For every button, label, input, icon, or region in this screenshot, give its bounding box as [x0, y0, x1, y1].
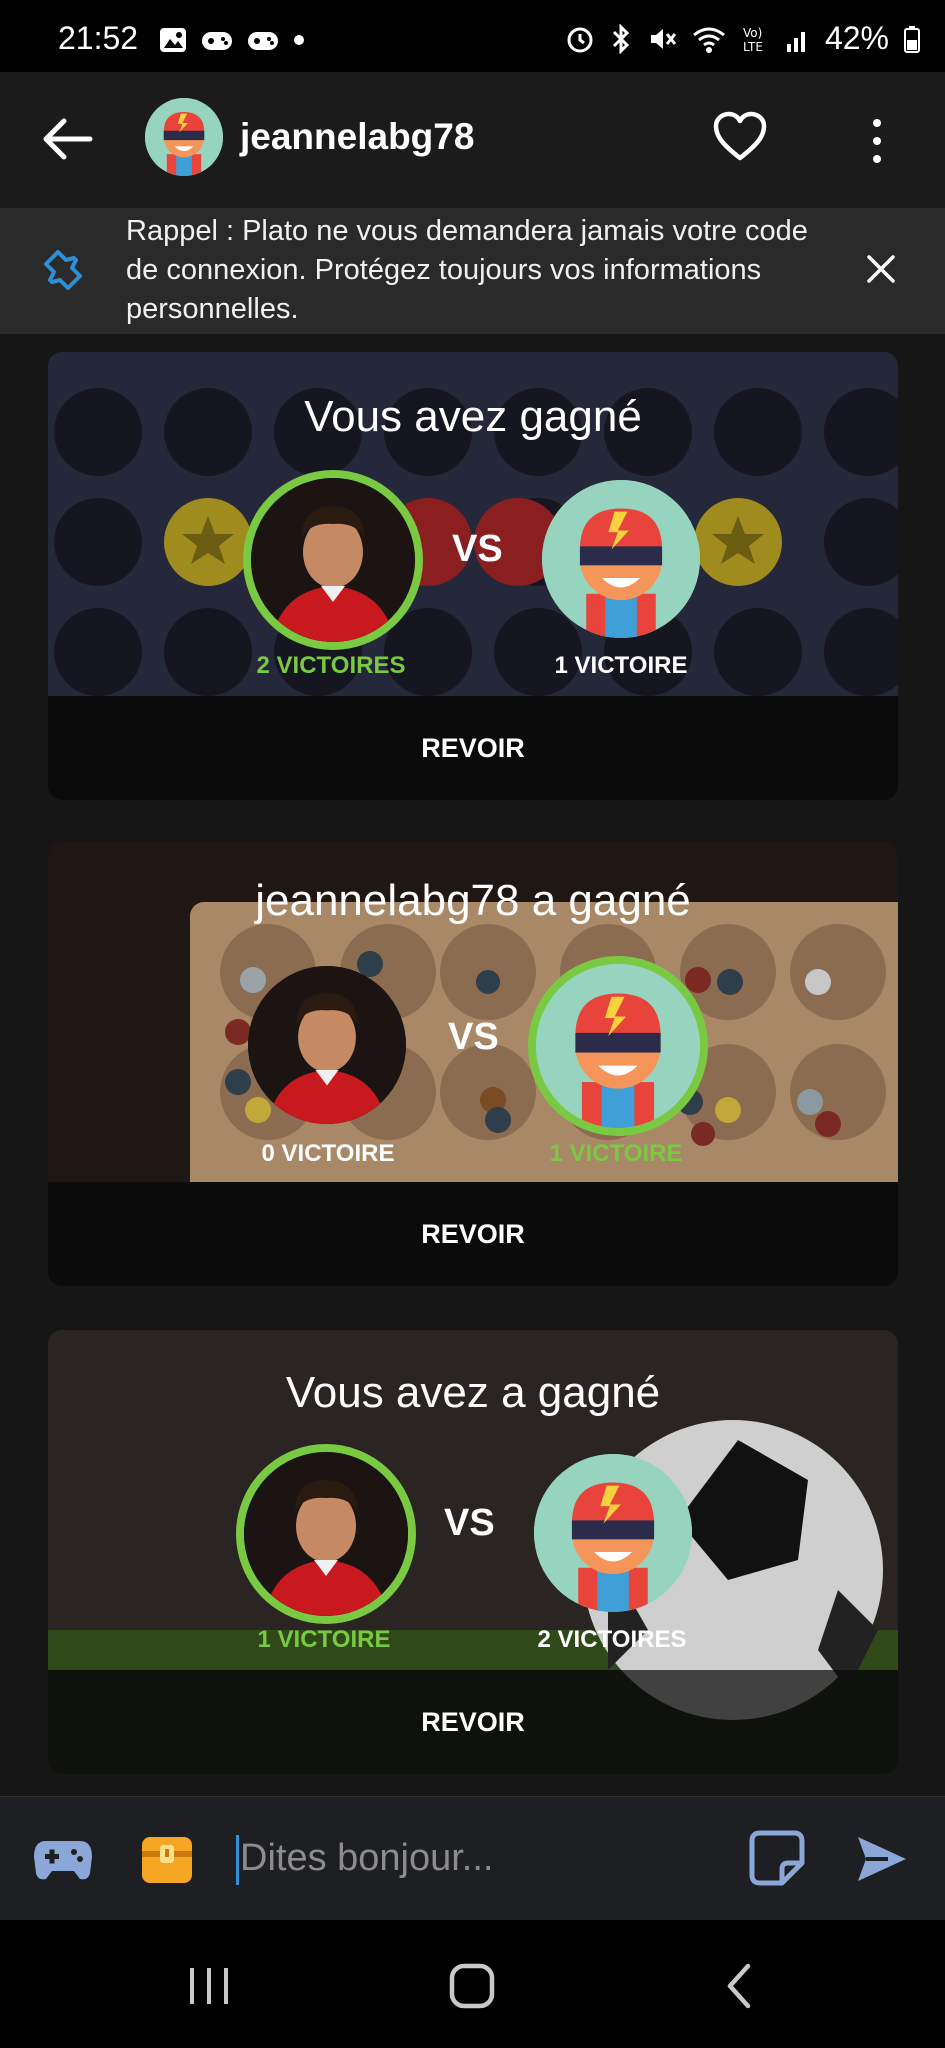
superhero-avatar-icon — [536, 964, 700, 1128]
result-title: jeannelabg78 a gagné — [255, 876, 691, 925]
superhero-avatar-icon — [534, 1454, 692, 1612]
signal-icon — [786, 31, 805, 52]
vs-label: VS — [452, 528, 503, 570]
chat-username[interactable]: jeannelabg78 — [240, 116, 474, 158]
player-score-self: 1 VICTOIRE — [257, 1626, 391, 1653]
player-photo-icon — [248, 966, 406, 1124]
player-avatar-opponent[interactable] — [528, 956, 708, 1136]
alarm-icon — [567, 27, 593, 52]
player-score-self: 2 VICTOIRES — [256, 652, 406, 679]
player-avatar-opponent[interactable] — [542, 480, 700, 638]
player-photo-icon — [244, 1452, 408, 1616]
back-arrow-icon[interactable] — [36, 114, 96, 164]
game-icon — [202, 32, 232, 50]
result-title: Vous avez a gagné — [285, 1368, 661, 1417]
text-cursor — [236, 1835, 239, 1885]
home-icon[interactable] — [448, 1962, 496, 2010]
player-score-self: 0 VICTOIRE — [261, 1140, 395, 1167]
game-result-card[interactable]: Vous avez a gagné VS 1 VICTOIRE 2 VICTOI… — [48, 1330, 898, 1774]
system-icons: Vo) LTE 42% — [565, 20, 921, 57]
volte-icon: Vo)LTE — [743, 26, 763, 54]
battery-percent: 42% — [824, 20, 889, 56]
superhero-avatar-icon — [145, 98, 223, 176]
vs-label: VS — [448, 1016, 499, 1058]
message-input-placeholder: Dites bonjour... — [240, 1837, 494, 1879]
system-navigation-bar — [0, 1920, 945, 2048]
player-avatar-self[interactable] — [236, 1444, 416, 1624]
sticker-icon[interactable] — [748, 1829, 806, 1887]
status-time: 21:52 — [58, 20, 139, 56]
player-avatar-self[interactable] — [248, 966, 406, 1124]
recent-apps-icon[interactable] — [186, 1964, 232, 2008]
message-composer: Dites bonjour... — [0, 1796, 945, 1921]
player-score-opponent: 1 VICTOIRE — [549, 1140, 683, 1167]
game-result-card[interactable]: jeannelabg78 a gagné VS 0 VICTOIRE 1 VIC… — [48, 842, 898, 1286]
notification-icons — [158, 26, 306, 54]
player-avatar-self[interactable] — [243, 470, 423, 650]
more-options-icon[interactable] — [862, 116, 892, 166]
game-result-card[interactable]: Vous avez gagné VS 2 VICTOIRES 1 VICTOIR… — [48, 352, 898, 800]
heart-icon[interactable] — [712, 110, 768, 164]
vs-label: VS — [444, 1502, 495, 1544]
notice-text: Rappel : Plato ne vous demandera jamais … — [126, 215, 808, 325]
mute-icon — [650, 28, 677, 49]
replay-button[interactable]: REVOIR — [48, 696, 898, 800]
status-bar: 21:52 Vo) LTE 42% — [0, 0, 945, 72]
player-photo-icon — [251, 478, 415, 642]
pin-icon — [44, 250, 82, 290]
game-icon-2 — [248, 32, 278, 50]
security-notice: Rappel : Plato ne vous demandera jamais … — [0, 208, 945, 334]
back-nav-icon[interactable] — [722, 1962, 756, 2010]
gallery-icon — [160, 28, 186, 52]
superhero-avatar-icon — [542, 480, 700, 638]
send-icon[interactable] — [854, 1831, 910, 1887]
bluetooth-icon — [612, 23, 630, 54]
svg-text:Vo): Vo) — [743, 26, 762, 40]
chat-header: jeannelabg78 — [0, 72, 945, 208]
replay-button[interactable]: REVOIR — [48, 1182, 898, 1286]
treasure-chest-icon[interactable] — [140, 1833, 194, 1885]
message-input[interactable]: Dites bonjour... — [234, 1827, 714, 1891]
close-icon[interactable] — [866, 254, 896, 284]
battery-icon — [904, 25, 920, 53]
result-title: Vous avez gagné — [304, 392, 642, 441]
game-controller-icon[interactable] — [32, 1835, 94, 1883]
wifi-icon — [693, 27, 725, 53]
replay-button[interactable]: REVOIR — [48, 1670, 898, 1774]
svg-text:LTE: LTE — [743, 40, 763, 54]
avatar[interactable] — [145, 98, 223, 176]
player-score-opponent: 2 VICTOIRES — [537, 1626, 687, 1653]
player-avatar-opponent[interactable] — [534, 1454, 692, 1612]
dot-icon — [294, 35, 304, 45]
player-score-opponent: 1 VICTOIRE — [554, 652, 688, 679]
